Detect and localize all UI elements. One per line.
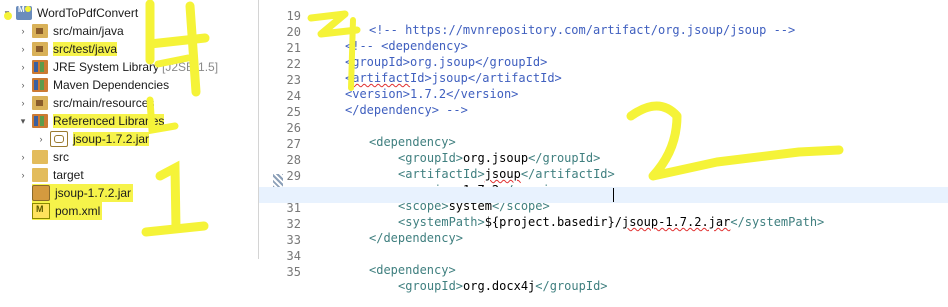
code-line-22[interactable]: 22 <artifactId>jsoup</artifactId> [259, 43, 948, 85]
folder-icon [32, 168, 48, 182]
source-folder-icon [32, 42, 48, 56]
tree-item-label: src/main/resources [53, 96, 155, 110]
code-text: <groupId>org.docx4j</groupId> [398, 279, 608, 293]
code-line-27[interactable]: 27 <groupId>org.jsoup</groupId> [259, 123, 948, 165]
tree-item-label: src/test/java [53, 42, 118, 56]
maven-project-icon [16, 5, 32, 20]
tree-item-maven-dependencies[interactable]: › Maven Dependencies [18, 76, 169, 94]
xml-tag: <groupId> [398, 279, 464, 293]
tree-item-label: src/main/java [53, 24, 124, 38]
expand-arrow-icon[interactable]: › [18, 26, 28, 36]
code-line-32[interactable]: 32 </dependency> [259, 203, 948, 245]
code-line-19[interactable]: 19 <!-- https://mvnrepository.com/artifa… [259, 0, 948, 37]
folder-icon [32, 150, 48, 164]
tree-item-label: WordToPdfConvert [37, 6, 139, 20]
code-line-29[interactable]: 29 <version>1.7.2</version> [259, 155, 948, 197]
tree-item-decoration: [J2SE-1.5] [162, 60, 219, 74]
jar-file-icon [32, 185, 50, 201]
tree-item-label: jsoup-1.7.2.jar [73, 132, 150, 146]
tree-item-src-main-java[interactable]: › src/main/java [18, 22, 124, 40]
code-line-21[interactable]: 21 <groupId>org.jsoup</groupId> [259, 27, 948, 69]
library-icon [32, 78, 48, 92]
pom-xml-icon [32, 203, 50, 219]
tree-item-label: target [53, 168, 84, 182]
expand-arrow-icon[interactable]: › [18, 152, 28, 162]
code-line-25[interactable]: 25 [259, 91, 948, 119]
tree-item-referenced-libraries[interactable]: ▾ Referenced Libraries [18, 112, 165, 130]
expand-arrow-icon[interactable]: › [36, 134, 46, 144]
tree-item-label: pom.xml [55, 204, 101, 218]
text-cursor [613, 188, 614, 202]
expand-arrow-icon[interactable]: › [18, 80, 28, 90]
source-folder-icon [32, 24, 48, 38]
tree-item-jre-system-library[interactable]: › JRE System Library [J2SE-1.5] [18, 58, 218, 76]
tree-item-pom-xml[interactable]: pom.xml [32, 202, 103, 220]
code-line-30[interactable]: 30 <scope>system</scope> [259, 171, 948, 213]
tree-item-jsoup-jar-file[interactable]: jsoup-1.7.2.jar [32, 184, 134, 202]
tree-item-label: Maven Dependencies [53, 78, 170, 92]
code-line-33[interactable]: 33 [259, 219, 948, 247]
library-icon [32, 60, 48, 74]
code-line-23[interactable]: 23 <version>1.7.2</version> [259, 59, 948, 101]
tree-item-target[interactable]: › target [18, 166, 84, 184]
tree-item-src-main-resources[interactable]: › src/main/resources [18, 94, 154, 112]
code-line-35[interactable]: 35 <groupId>org.docx4j</groupId> [259, 251, 948, 293]
tree-item-label: jsoup-1.7.2.jar [55, 186, 132, 200]
tree-item-label: JRE System Library [53, 60, 160, 74]
expand-arrow-icon[interactable]: › [18, 44, 28, 54]
code-line-24[interactable]: 24 </dependency> --> [259, 75, 948, 117]
xml-tag: </groupId> [535, 279, 608, 293]
line-number: 35 [286, 265, 301, 279]
package-explorer: ▾ WordToPdfConvert › src/main/java › src… [0, 0, 259, 259]
tree-item-project[interactable]: ▾ WordToPdfConvert [2, 4, 138, 22]
code-line-26[interactable]: 26 <dependency> [259, 107, 948, 149]
xml-value: org.docx4j [463, 279, 536, 293]
collapse-arrow-icon[interactable]: ▾ [18, 116, 28, 127]
code-line-28[interactable]: 28 <artifactId>jsoup</artifactId> [259, 139, 948, 181]
expand-arrow-icon[interactable]: › [18, 98, 28, 108]
tree-item-src-test-java[interactable]: › src/test/java [18, 40, 118, 58]
code-line-31[interactable]: 31 <systemPath>${project.basedir}/jsoup-… [259, 187, 948, 229]
code-line-34[interactable]: 34 <dependency> [259, 235, 948, 277]
code-line-20[interactable]: 20 <!-- <dependency> [259, 11, 948, 53]
tree-item-label: Referenced Libraries [53, 114, 165, 128]
source-folder-icon [32, 96, 48, 110]
tree-item-src[interactable]: › src [18, 148, 69, 166]
expand-arrow-icon[interactable]: › [18, 170, 28, 180]
expand-arrow-icon[interactable]: › [18, 62, 28, 72]
tree-item-jsoup-jar-reference[interactable]: › jsoup-1.7.2.jar [36, 130, 150, 148]
jar-icon [50, 131, 68, 147]
library-icon [32, 114, 48, 128]
xml-editor[interactable]: 19 <!-- https://mvnrepository.com/artifa… [259, 0, 948, 293]
collapse-arrow-icon[interactable]: ▾ [2, 8, 12, 19]
tree-item-label: src [53, 150, 69, 164]
